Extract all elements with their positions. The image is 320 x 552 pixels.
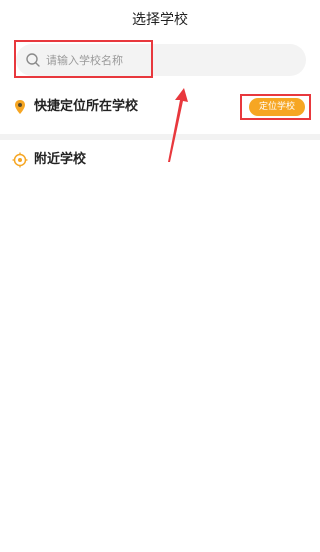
nearby-schools-label: 附近学校 bbox=[34, 152, 87, 167]
search-icon bbox=[26, 53, 40, 67]
nearby-target-icon bbox=[12, 152, 28, 168]
search-bar[interactable] bbox=[16, 44, 306, 76]
nearby-schools-row[interactable]: 附近学校 bbox=[0, 149, 320, 171]
page-title: 选择学校 bbox=[132, 12, 188, 28]
location-pin-icon bbox=[15, 100, 25, 114]
quick-locate-label: 快捷定位所在学校 bbox=[34, 99, 139, 114]
section-divider bbox=[0, 134, 320, 140]
search-input[interactable] bbox=[46, 44, 296, 76]
locate-school-button[interactable]: 定位学校 bbox=[249, 98, 305, 116]
